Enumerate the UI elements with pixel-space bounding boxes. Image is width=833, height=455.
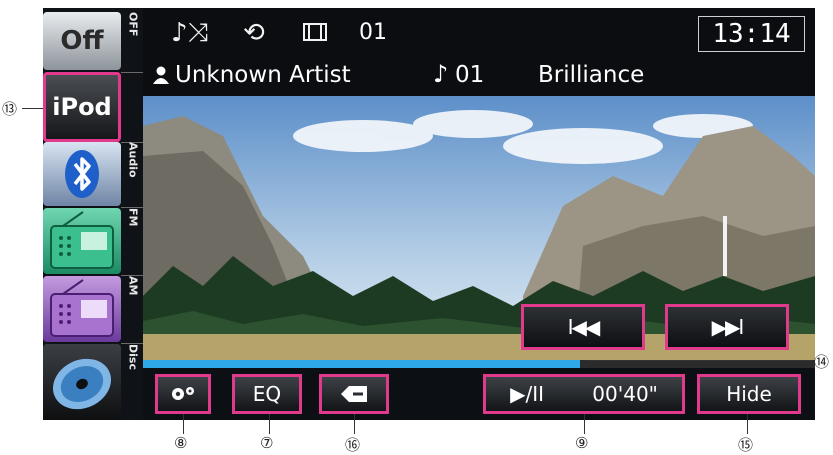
bluetooth-audio-tag: Audio <box>126 142 140 178</box>
fm-tag: FM <box>126 208 140 227</box>
callout-13-leader <box>22 108 43 109</box>
play-pause-button[interactable]: ▶/II 00'40" <box>483 374 685 414</box>
source-sidebar: Off OFF iPod Audio FM AM Disc <box>43 8 143 420</box>
next-track-button[interactable]: ▶▶I <box>665 304 789 350</box>
am-tag: AM <box>126 276 140 296</box>
radio-icon <box>50 211 114 269</box>
song-icon: ♪ <box>433 60 449 88</box>
callout-14-leader <box>586 360 812 361</box>
source-am-button[interactable] <box>43 276 121 342</box>
disc-icon <box>52 358 112 410</box>
playback-progress-fill <box>143 360 580 368</box>
track-number: 01 <box>359 20 387 45</box>
source-fm-button[interactable] <box>43 208 121 274</box>
eq-button[interactable]: EQ <box>232 374 302 414</box>
callout-7-leader <box>269 414 270 434</box>
callout-9-leader <box>584 414 585 434</box>
callout-8: ⑧ <box>174 434 188 452</box>
bluetooth-icon <box>65 150 99 198</box>
song-number: 01 <box>455 62 485 88</box>
callout-8-leader <box>183 414 184 434</box>
now-playing-header: ♪⤨ ⟲ 01 13:14 Unknown Artist ♪ 01 Brilli… <box>143 8 815 96</box>
video-track-icon <box>303 23 327 41</box>
previous-track-button[interactable]: I◀◀ <box>521 304 645 350</box>
settings-button[interactable] <box>155 374 211 414</box>
play-pause-icon: ▶/II <box>510 382 545 406</box>
playback-progress-bar[interactable] <box>143 360 815 368</box>
artist-name: Unknown Artist <box>175 62 351 88</box>
control-bar: EQ ▶/II 00'40" Hide <box>143 368 815 420</box>
callout-15-leader <box>747 414 748 434</box>
off-tag: OFF <box>126 12 140 37</box>
disc-tag: Disc <box>126 344 140 370</box>
radio-icon <box>50 279 114 337</box>
callout-9: ⑨ <box>575 434 589 452</box>
clock: 13:14 <box>698 16 805 52</box>
source-ipod-button[interactable]: iPod <box>43 72 121 142</box>
elapsed-time: 00'40" <box>592 382 658 406</box>
back-arrow-icon <box>341 386 367 402</box>
callout-16-leader <box>354 414 355 434</box>
artist-icon <box>153 66 169 84</box>
song-title: Brilliance <box>538 62 645 88</box>
hide-button[interactable]: Hide <box>697 374 801 414</box>
repeat-icon[interactable]: ⟲ <box>243 20 265 46</box>
head-unit-screen: Off OFF iPod Audio FM AM Disc ♪⤨ ⟲ 01 13… <box>43 8 815 420</box>
callout-16: ⑯ <box>345 436 361 454</box>
shuffle-icon[interactable]: ♪⤨ <box>171 20 208 46</box>
settings-icon <box>172 387 194 400</box>
sidebar-divider <box>121 72 143 73</box>
off-label: Off <box>60 26 104 56</box>
callout-13: ⑬ <box>2 100 18 118</box>
ipod-label: iPod <box>52 93 112 121</box>
source-disc-button[interactable] <box>43 344 121 420</box>
callout-7: ⑦ <box>260 434 274 452</box>
callout-14: ⑭ <box>814 353 830 371</box>
back-button[interactable] <box>319 374 389 414</box>
source-off-button[interactable]: Off <box>43 12 121 70</box>
callout-15: ⑮ <box>738 436 754 454</box>
source-bluetooth-audio-button[interactable] <box>43 142 121 206</box>
